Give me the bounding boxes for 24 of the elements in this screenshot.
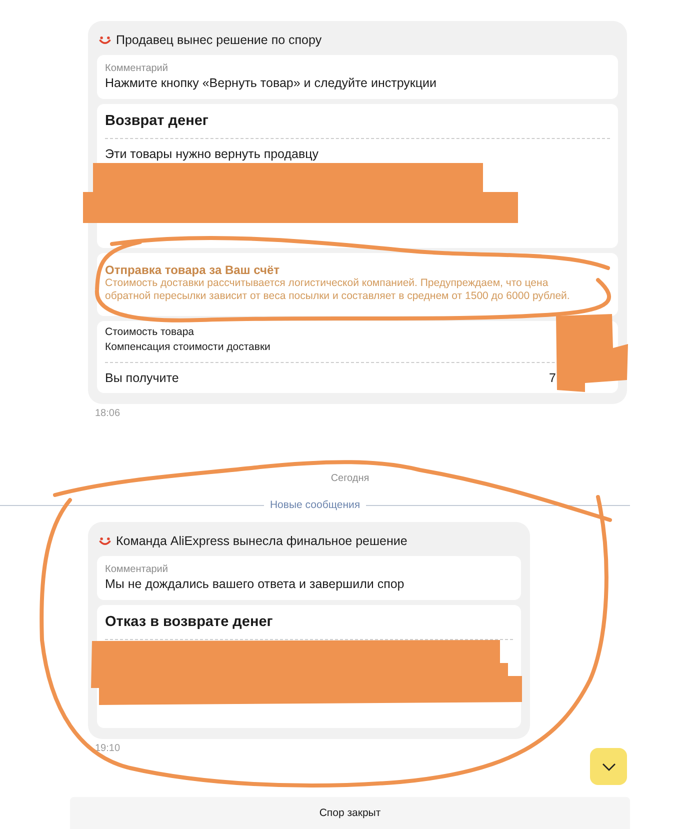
smile-icon	[99, 536, 111, 546]
comment-label: Комментарий	[105, 563, 169, 576]
message-time: 18:06	[95, 408, 122, 419]
smile-icon	[99, 36, 111, 44]
summary-label: Стоимость товара	[105, 325, 195, 340]
summary-label: Компенсация стоимости доставки	[105, 340, 272, 355]
status-bar: Спор закрыт	[70, 797, 630, 829]
notice-title: Отправка товара за Ваш счёт	[105, 263, 281, 277]
decision-title: Возврат денег	[105, 112, 210, 131]
date-label: Сегодня	[330, 473, 370, 484]
comment-text: Нажмите кнопку «Вернуть товар» и следуйте инструкции	[105, 75, 438, 92]
total-value: 7	[549, 371, 556, 385]
total-label: Вы получите	[105, 371, 179, 385]
message-title: Команда AliExpress вынесла финальное решение	[116, 534, 408, 548]
items-heading: Эти товары нужно вернуть продавцу	[105, 147, 320, 161]
comment-text: Мы не дождались вашего ответа и завершили спор	[105, 576, 406, 593]
notice-text: Стоимость доставки рассчитывается логистической компанией. Предупреждаем, что цена обратной пересылки зависит от веса посылки и составляет в среднем от 1500 до 6000 рублей.	[105, 277, 571, 302]
message-time: 19:10	[95, 743, 122, 754]
comment-label: Комментарий	[105, 62, 169, 75]
chevron-down-icon	[602, 762, 616, 770]
new-messages-label: Новые сообщения	[270, 499, 360, 511]
message-title: Продавец вынес решение по спору	[116, 33, 322, 47]
scroll-down-button[interactable]	[590, 748, 627, 785]
decision-title: Отказ в возврате денег	[105, 613, 274, 632]
